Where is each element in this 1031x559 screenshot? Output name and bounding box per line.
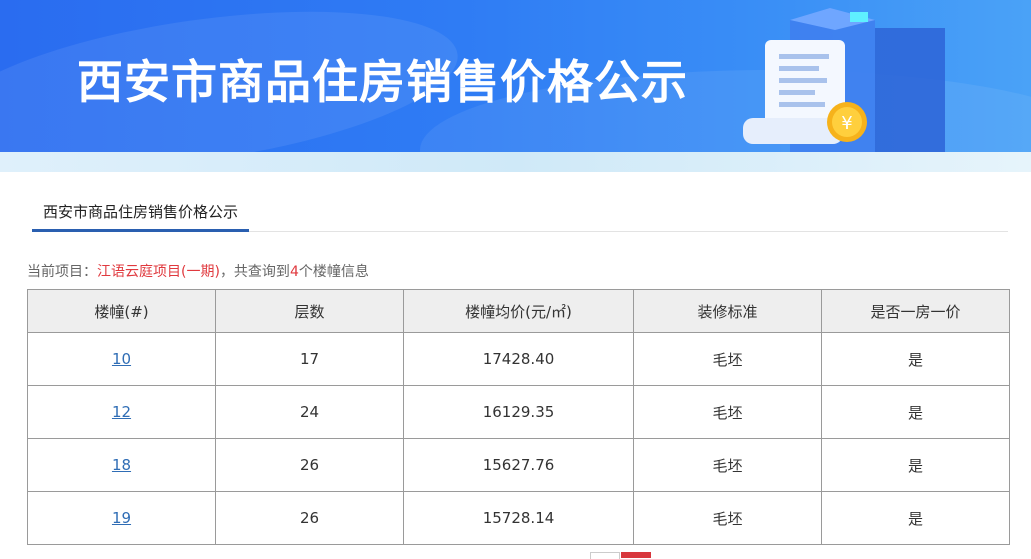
building-link[interactable]: 10: [112, 350, 131, 368]
building-table: 楼幢(#) 层数 楼幢均价(元/㎡) 装修标准 是否一房一价 10 17 174…: [27, 289, 1010, 545]
table-row: 18 26 15627.76 毛坯 是: [27, 438, 1010, 492]
cell-floors: 26: [215, 491, 404, 545]
building-link[interactable]: 19: [112, 509, 131, 527]
cell-one-price: 是: [821, 438, 1010, 492]
cell-floors: 26: [215, 438, 404, 492]
banner-title: 西安市商品住房销售价格公示: [77, 55, 688, 109]
cell-building: 10: [27, 332, 216, 386]
document-coin-illustration: ¥: [743, 8, 945, 152]
project-name: 江语云庭项目(一期): [97, 264, 220, 280]
cell-decoration: 毛坯: [633, 491, 822, 545]
svg-text:¥: ¥: [841, 113, 852, 134]
cell-price: 15627.76: [403, 438, 634, 492]
cell-building: 19: [27, 491, 216, 545]
header-building: 楼幢(#): [27, 289, 216, 333]
cell-price: 16129.35: [403, 385, 634, 439]
pager-current[interactable]: [621, 552, 651, 558]
header-avg-price: 楼幢均价(元/㎡): [403, 289, 634, 333]
query-summary: 当前项目：江语云庭项目(一期)，共查询到4个楼幢信息: [27, 261, 369, 281]
cell-decoration: 毛坯: [633, 438, 822, 492]
cell-building: 18: [27, 438, 216, 492]
building-link[interactable]: 12: [112, 403, 131, 421]
cell-one-price: 是: [821, 332, 1010, 386]
banner-strip: [0, 152, 1031, 172]
table-header-row: 楼幢(#) 层数 楼幢均价(元/㎡) 装修标准 是否一房一价: [27, 289, 1010, 333]
cell-price: 15728.14: [403, 491, 634, 545]
summary-prefix: 当前项目：: [27, 264, 97, 280]
table-row: 12 24 16129.35 毛坯 是: [27, 385, 1010, 439]
tab-bar: 西安市商品住房销售价格公示: [32, 195, 1008, 232]
cell-one-price: 是: [821, 385, 1010, 439]
cell-decoration: 毛坯: [633, 332, 822, 386]
cell-floors: 24: [215, 385, 404, 439]
table-row: 19 26 15728.14 毛坯 是: [27, 491, 1010, 545]
tab-price-publicity[interactable]: 西安市商品住房销售价格公示: [32, 195, 250, 232]
summary-mid: ，共查询到: [219, 264, 290, 280]
cell-floors: 17: [215, 332, 404, 386]
cell-one-price: 是: [821, 491, 1010, 545]
summary-suffix: 个楼幢信息: [298, 264, 369, 280]
table-row: 10 17 17428.40 毛坯 是: [27, 332, 1010, 386]
cell-price: 17428.40: [403, 332, 634, 386]
building-count: 4: [289, 264, 299, 280]
cell-decoration: 毛坯: [633, 385, 822, 439]
cell-building: 12: [27, 385, 216, 439]
building-link[interactable]: 18: [112, 456, 131, 474]
header-banner: 西安市商品住房销售价格公示 ¥: [0, 0, 1031, 152]
header-floors: 层数: [215, 289, 404, 333]
header-decoration: 装修标准: [633, 289, 822, 333]
header-one-price: 是否一房一价: [821, 289, 1010, 333]
